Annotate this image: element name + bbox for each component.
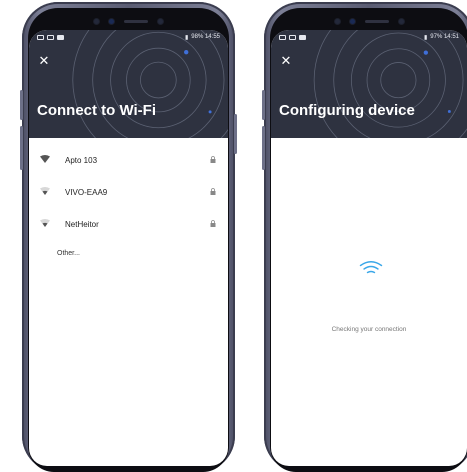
- gallery-icon: [47, 34, 54, 40]
- ripple-rings-decoration: [72, 30, 228, 138]
- status-bar: ▮ 98% 14:55: [29, 30, 228, 44]
- app-icon: [57, 34, 64, 40]
- power-button: [234, 114, 237, 154]
- header-panel: ▮ 97% 14:51 ✕ Configuring device: [271, 30, 467, 138]
- status-bar-time: 98% 14:55: [191, 34, 220, 40]
- phone-bezel: ▮ 98% 14:55 ✕ Connect to Wi-Fi Apto 103: [28, 8, 229, 472]
- wifi-icon: [359, 261, 383, 274]
- status-bar: ▮ 97% 14:51: [271, 30, 467, 44]
- volume-down-button: [262, 126, 265, 170]
- status-message: Checking your connection: [331, 326, 407, 333]
- sensor-icon: [94, 18, 99, 24]
- signal-icon: ▮: [423, 34, 428, 41]
- wifi-weak-icon: [40, 219, 50, 227]
- phone-bezel: ▮ 97% 14:51 ✕ Configuring device Checkin…: [270, 8, 467, 472]
- network-name: VIVO-EAA9: [65, 187, 108, 197]
- app-icon: [299, 34, 306, 40]
- close-button[interactable]: ✕: [279, 54, 293, 68]
- other-network-button[interactable]: Other...: [29, 240, 228, 270]
- network-list: Apto 103 VIVO-EAA9 NetHeitor Other...: [29, 138, 228, 270]
- network-row-netheitor[interactable]: NetHeitor: [29, 208, 228, 240]
- lock-icon: [210, 188, 216, 195]
- wifi-weak-icon: [40, 187, 50, 195]
- page-title: Connect to Wi-Fi: [37, 102, 157, 119]
- close-button[interactable]: ✕: [37, 54, 51, 68]
- volume-up-button: [262, 90, 265, 120]
- network-row-apto-103[interactable]: Apto 103: [29, 144, 228, 176]
- volume-up-button: [20, 90, 23, 120]
- gallery-icon: [289, 34, 296, 40]
- phone-right: ▮ 97% 14:51 ✕ Configuring device Checkin…: [262, 2, 467, 472]
- earpiece-speaker: [124, 19, 148, 23]
- screen-configuring-device: ▮ 97% 14:51 ✕ Configuring device Checkin…: [271, 30, 467, 466]
- network-name: Apto 103: [65, 155, 98, 165]
- earpiece-speaker: [364, 19, 389, 23]
- notification-icon: [37, 34, 44, 40]
- screen-connect-wifi: ▮ 98% 14:55 ✕ Connect to Wi-Fi Apto 103: [29, 30, 228, 466]
- iris-scanner-icon: [158, 18, 163, 24]
- close-icon: ✕: [280, 53, 292, 68]
- front-camera-icon: [349, 18, 355, 24]
- iris-scanner-icon: [398, 18, 404, 24]
- header-panel: ▮ 98% 14:55 ✕ Connect to Wi-Fi: [29, 30, 228, 138]
- page-title: Configuring device: [279, 102, 415, 119]
- status-bar-time: 97% 14:51: [430, 34, 459, 40]
- notification-icon: [279, 34, 286, 40]
- other-label: Other...: [57, 250, 80, 257]
- wifi-strong-icon: [40, 155, 50, 163]
- lock-icon: [210, 156, 216, 163]
- sensor-icon: [334, 18, 340, 24]
- front-camera-icon: [109, 18, 114, 24]
- phone-left: ▮ 98% 14:55 ✕ Connect to Wi-Fi Apto 103: [20, 2, 237, 472]
- network-name: NetHeitor: [65, 219, 99, 229]
- lock-icon: [210, 220, 216, 227]
- signal-icon: ▮: [184, 34, 189, 41]
- ripple-rings-decoration: [313, 30, 467, 138]
- network-row-vivo-eaa9[interactable]: VIVO-EAA9: [29, 176, 228, 208]
- close-icon: ✕: [38, 53, 50, 68]
- volume-down-button: [20, 126, 23, 170]
